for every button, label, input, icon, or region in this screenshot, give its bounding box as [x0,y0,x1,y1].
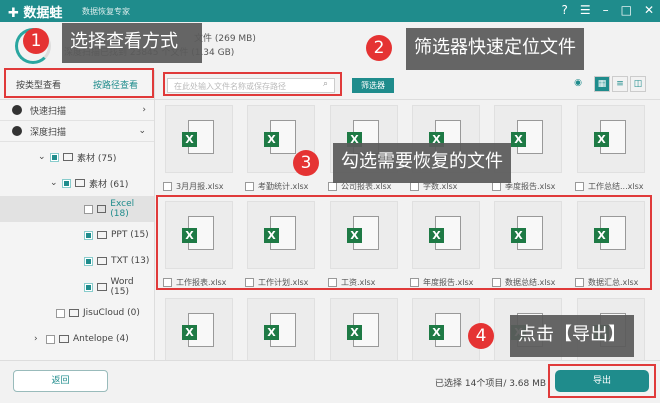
tree-item-label: Antelope (4) [73,334,129,344]
file-card[interactable]: X [330,298,398,360]
expand-arrow-icon[interactable]: › [34,334,42,344]
list-view-icon[interactable]: ≡ [612,76,628,92]
folder-icon [63,153,73,161]
folder-icon [96,205,107,213]
excel-icon: X [347,325,362,340]
file-card[interactable]: X [577,105,645,173]
menu-icon[interactable]: ☰ [580,3,591,17]
folder-icon [59,335,69,343]
excel-icon: X [429,325,444,340]
tree-item-label: TXT (13) [111,256,150,266]
grid-view-icon[interactable]: ▦ [594,76,610,92]
highlight-files [156,195,652,290]
detail-view-icon[interactable]: ◫ [630,76,646,92]
chevron-right-icon: › [142,105,146,115]
tree-item-label: 素材 (61) [89,179,129,190]
tree-checkbox[interactable] [84,256,93,266]
tree-item[interactable]: ⌄ 素材 (75) [0,144,154,170]
chevron-down-icon: ⌄ [138,126,146,136]
file-checkbox[interactable] [575,182,584,191]
tree-checkbox[interactable] [56,308,65,318]
back-button[interactable]: 返回 [13,370,108,392]
file-name: 季度报告.xlsx [505,182,556,191]
folder-icon [96,283,107,291]
file-checkbox[interactable] [492,182,501,191]
preview-eye-icon[interactable]: ◉ [570,76,586,92]
deep-scan-item[interactable]: 深度扫描 ⌄ [0,121,154,142]
annotation-tip-1: 选择查看方式 [62,23,202,63]
file-name: 3月月报.xlsx [176,182,224,191]
annotation-tip-3: 勾选需要恢复的文件 [333,143,511,183]
file-label: 3月月报.xlsx [163,181,245,192]
tree-item[interactable]: JisuCloud (0) [0,300,154,326]
title-bar: ✚ 数据蛙 数据恢复专家 ? ☰ – □ ✕ [0,0,660,22]
annotation-badge-4: 4 [468,323,494,349]
quick-scan-label: 快速扫描 [30,106,67,117]
highlight-view-tabs [4,68,154,98]
file-card[interactable]: X [165,298,233,360]
tree-checkbox[interactable] [83,282,93,292]
excel-icon: X [264,132,279,147]
help-icon[interactable]: ? [561,3,567,17]
expand-arrow-icon[interactable]: ⌄ [50,178,58,188]
close-icon[interactable]: ✕ [644,3,654,17]
excel-icon: X [264,325,279,340]
quick-scan-item[interactable]: 快速扫描 › [0,100,154,121]
annotation-badge-2: 2 [366,35,392,61]
tree-item[interactable]: ⌄ 素材 (61) [0,170,154,196]
annotation-badge-1: 1 [23,28,49,54]
file-checkbox[interactable] [245,182,254,191]
tree-item[interactable]: Word (15) [0,274,154,300]
file-card[interactable]: X [247,298,315,360]
tree-item-label: Word (15) [110,277,134,297]
tree-checkbox[interactable] [50,152,59,162]
tree-item[interactable]: › Antelope (4) [0,326,154,352]
expand-arrow-icon[interactable]: ⌄ [38,152,46,162]
deep-scan-label: 深度扫描 [30,127,67,138]
tree-item[interactable]: Excel (18) [0,196,154,222]
annotation-tip-4: 点击【导出】 [510,315,634,357]
tree-item-label: 素材 (75) [77,153,117,164]
tree-item-label: PPT (15) [111,230,149,240]
tree-item[interactable]: TXT (13) [0,248,154,274]
folder-icon [97,231,107,239]
filter-button[interactable]: 筛选器 [352,78,394,93]
folder-icon [69,309,79,317]
file-name: 考勤统计.xlsx [258,182,309,191]
check-icon [12,105,22,115]
file-checkbox[interactable] [163,182,172,191]
app-logo: ✚ 数据蛙 [8,6,63,21]
minimize-icon[interactable]: – [603,3,609,17]
folder-icon [97,257,107,265]
file-name: 工作总结...xlsx [588,182,644,191]
excel-icon: X [511,132,526,147]
file-checkbox[interactable] [410,182,419,191]
highlight-search [163,72,342,96]
excel-icon: X [182,132,197,147]
tree-item-label: JisuCloud (0) [83,308,140,318]
file-label: 工作总结...xlsx [575,181,657,192]
check-icon [12,126,22,136]
file-card[interactable]: X [165,105,233,173]
selection-status: 已选择 14个项目/ 3.68 MB [435,379,547,389]
file-label: 考勤统计.xlsx [245,181,327,192]
app-subtitle: 数据恢复专家 [82,7,130,16]
excel-icon: X [182,325,197,340]
sidebar: 按类型查看 按路径查看 快速扫描 › 深度扫描 ⌄ ⌄ 素材 (75) ⌄ 素材 (61)… [0,70,155,360]
tree-item[interactable]: PPT (15) [0,222,154,248]
annotation-badge-3: 3 [293,150,319,176]
annotation-tip-2: 筛选器快速定位文件 [406,28,584,70]
tree-checkbox[interactable] [83,204,93,214]
excel-icon: X [594,132,609,147]
maximize-icon[interactable]: □ [621,3,632,17]
tree-checkbox[interactable] [46,334,55,344]
file-checkbox[interactable] [328,182,337,191]
tree-checkbox[interactable] [62,178,71,188]
folder-icon [75,179,85,187]
highlight-export [548,364,656,398]
tree-checkbox[interactable] [84,230,93,240]
tree-item-label: Excel (18) [110,199,135,219]
